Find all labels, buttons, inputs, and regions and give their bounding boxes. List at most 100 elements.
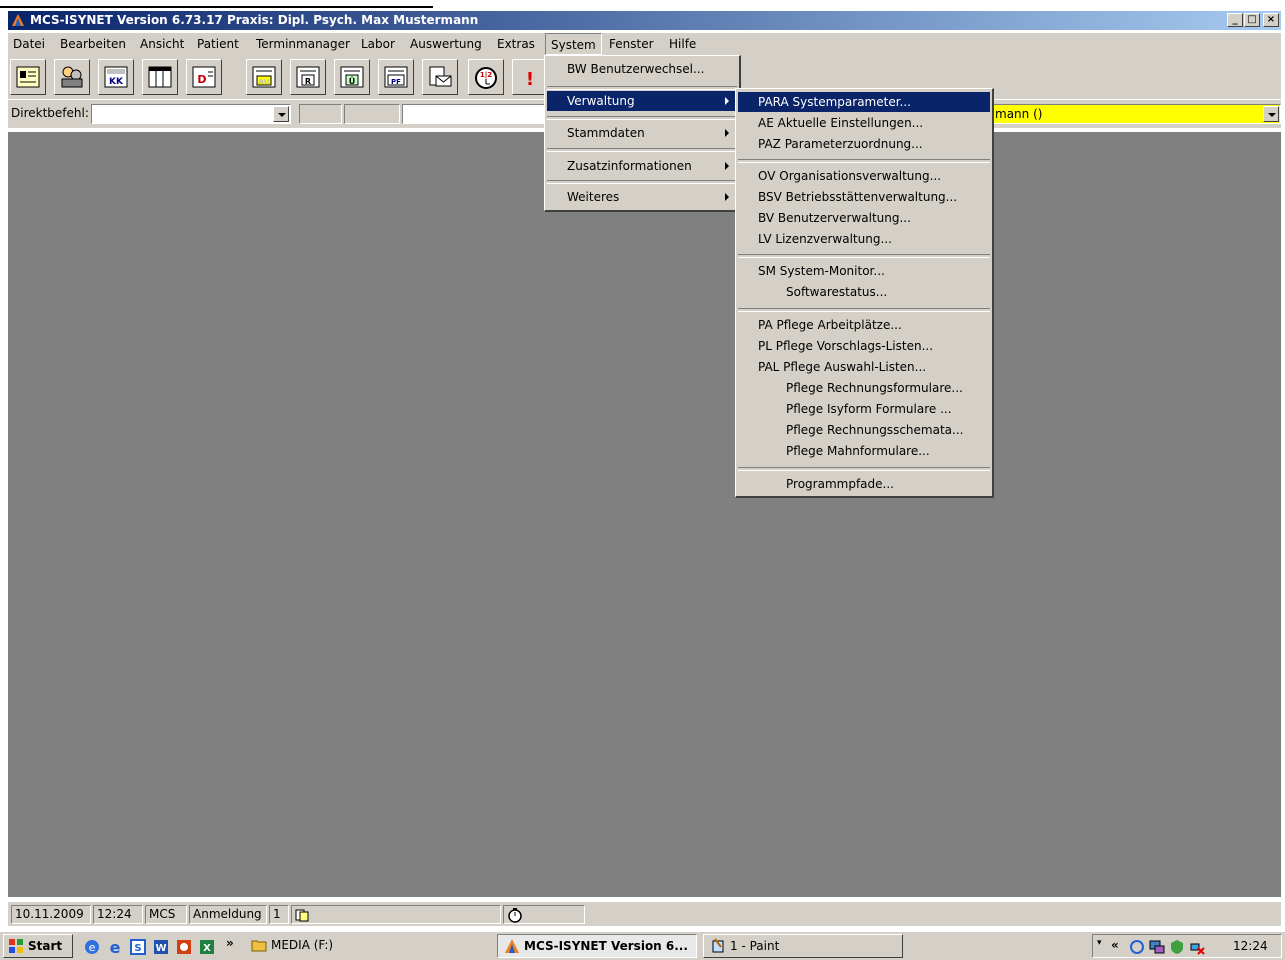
- quicklaunch-excel-icon[interactable]: X: [199, 939, 215, 958]
- quicklaunch-word-icon[interactable]: W: [153, 939, 169, 958]
- direktbefehl-label: Direktbefehl:: [11, 106, 89, 120]
- field-3[interactable]: [402, 104, 552, 124]
- menu-item-pflege-vorschlags-listen[interactable]: PL Pflege Vorschlags-Listen...: [738, 336, 990, 356]
- quicklaunch-ie-icon[interactable]: e: [107, 938, 123, 958]
- tray-network-icon[interactable]: [1129, 939, 1145, 958]
- tray-updown-icon[interactable]: ▾: [1097, 938, 1102, 948]
- menu-item-softwarestatus[interactable]: Softwarestatus...: [738, 282, 990, 302]
- menu-ansicht[interactable]: Ansicht: [135, 33, 189, 55]
- menu-separator: [738, 467, 990, 471]
- menu-item-pflege-arbeitplaetze[interactable]: PA Pflege Arbeitplätze...: [738, 315, 990, 335]
- menu-item-betriebsstaettenverwaltung[interactable]: BSV Betriebsstättenverwaltung...: [738, 187, 990, 207]
- toolbar-au-button[interactable]: AU: [246, 59, 282, 95]
- app-logo-icon: [505, 939, 519, 953]
- menu-terminmanager[interactable]: Terminmanager: [251, 33, 355, 55]
- menu-item-benutzerwechsel[interactable]: BW Benutzerwechsel...: [547, 59, 737, 79]
- menu-item-parameterzuordnung[interactable]: PAZ Parameterzuordnung...: [738, 134, 990, 154]
- menu-datei[interactable]: Datei: [8, 33, 50, 55]
- menu-extras[interactable]: Extras: [492, 33, 540, 55]
- status-clipboard-cell: [291, 905, 501, 924]
- prescription-icon: R: [296, 66, 320, 88]
- menu-separator: [547, 86, 737, 90]
- tray-monitor-icon[interactable]: [1149, 939, 1165, 958]
- menu-item-pflege-rechnungsschemata[interactable]: Pflege Rechnungsschemata...: [738, 420, 990, 440]
- menu-bar: Datei Bearbeiten Ansicht Patient Terminm…: [8, 33, 1281, 55]
- menu-item-aktuelle-einstellungen[interactable]: AE Aktuelle Einstellungen...: [738, 113, 990, 133]
- menu-item-organisationsverwaltung[interactable]: OV Organisationsverwaltung...: [738, 166, 990, 186]
- menu-item-weiteres[interactable]: Weiteres: [547, 187, 737, 207]
- svg-text:1|2: 1|2: [480, 71, 492, 80]
- menu-labor[interactable]: Labor: [356, 33, 400, 55]
- direktbefehl-dropdown-button[interactable]: [273, 106, 289, 122]
- quicklaunch-more-button[interactable]: »: [226, 936, 234, 950]
- tray-clock[interactable]: 12:24: [1233, 939, 1268, 953]
- patient-combobox[interactable]: mann (): [983, 104, 1281, 124]
- menu-separator: [547, 116, 737, 120]
- minimize-button[interactable]: _: [1227, 13, 1243, 27]
- direktbefehl-combobox[interactable]: [91, 104, 291, 124]
- menu-auswertung[interactable]: Auswertung: [405, 33, 487, 55]
- toolbar-mail-button[interactable]: [422, 59, 458, 95]
- submenu-arrow-icon: [725, 97, 729, 105]
- svg-text:D: D: [197, 73, 206, 86]
- toolbar-columns-button[interactable]: [142, 59, 178, 95]
- menu-item-system-monitor[interactable]: SM System-Monitor...: [738, 261, 990, 281]
- toolbar-r-button[interactable]: R: [290, 59, 326, 95]
- svg-text:X: X: [203, 943, 211, 954]
- tray-shield-icon[interactable]: [1169, 939, 1185, 958]
- toolbar-kk-button[interactable]: KK: [98, 59, 134, 95]
- timer-icon: 1|2: [475, 67, 497, 89]
- menu-system[interactable]: System: [545, 33, 602, 55]
- taskbar: Start e e S W X » MEDIA (F:) MCS-ISYNET …: [0, 931, 1285, 960]
- menu-item-verwaltung[interactable]: Verwaltung: [547, 91, 737, 111]
- toolbar-timer-button[interactable]: 1|2: [468, 59, 504, 95]
- quicklaunch-powerpoint-icon[interactable]: [176, 939, 192, 958]
- quicklaunch-ie-alt-icon[interactable]: e: [84, 939, 100, 958]
- menu-item-zusatzinformationen[interactable]: Zusatzinformationen: [547, 156, 737, 176]
- menu-item-systemparameter[interactable]: PARA Systemparameter...: [738, 92, 990, 112]
- menu-item-stammdaten[interactable]: Stammdaten: [547, 123, 737, 143]
- toolbar-pf-button[interactable]: PF: [378, 59, 414, 95]
- toolbar-u-button[interactable]: Ü: [334, 59, 370, 95]
- toolbar-card-button[interactable]: [10, 59, 46, 95]
- maximize-button[interactable]: □: [1244, 13, 1260, 27]
- menu-item-pflege-mahnformulare[interactable]: Pflege Mahnformulare...: [738, 441, 990, 461]
- menu-bearbeiten[interactable]: Bearbeiten: [55, 33, 131, 55]
- menu-item-lizenzverwaltung[interactable]: LV Lizenzverwaltung...: [738, 229, 990, 249]
- svg-text:S: S: [134, 943, 141, 954]
- menu-hilfe[interactable]: Hilfe: [664, 33, 701, 55]
- menu-patient[interactable]: Patient: [192, 33, 244, 55]
- taskbar-media-button[interactable]: MEDIA (F:): [245, 934, 490, 958]
- menu-item-pflege-rechnungsformulare[interactable]: Pflege Rechnungsformulare...: [738, 378, 990, 398]
- taskbar-mcs-button[interactable]: MCS-ISYNET Version 6...: [497, 934, 697, 958]
- card-icon: [16, 66, 40, 88]
- menu-item-benutzerverwaltung[interactable]: BV Benutzerverwaltung...: [738, 208, 990, 228]
- document-icon: D: [192, 66, 216, 88]
- tray-expand-button[interactable]: «: [1111, 938, 1119, 952]
- chevron-down-icon: [1268, 113, 1276, 117]
- svg-text:W: W: [155, 943, 166, 954]
- menu-item-pflege-isyform-formulare[interactable]: Pflege Isyform Formulare ...: [738, 399, 990, 419]
- menu-item-pflege-auswahl-listen[interactable]: PAL Pflege Auswahl-Listen...: [738, 357, 990, 377]
- menu-fenster[interactable]: Fenster: [604, 33, 659, 55]
- status-mode: Anmeldung: [189, 905, 267, 924]
- toolbar-patient-button[interactable]: [54, 59, 90, 95]
- field-2[interactable]: [344, 104, 400, 124]
- title-bar[interactable]: MCS-ISYNET Version 6.73.17 Praxis: Dipl.…: [8, 11, 1281, 30]
- field-1[interactable]: [299, 104, 342, 124]
- status-count: 1: [269, 905, 289, 924]
- svg-text:KK: KK: [109, 77, 124, 87]
- toolbar-document-button[interactable]: D: [186, 59, 222, 95]
- patient-dropdown-button[interactable]: [1263, 106, 1279, 122]
- menu-separator: [547, 148, 737, 152]
- mail-icon: [429, 66, 452, 87]
- paint-icon: [712, 938, 724, 953]
- start-button[interactable]: Start: [3, 934, 73, 958]
- mdi-workspace: [8, 132, 1281, 897]
- tray-connection-icon[interactable]: [1189, 939, 1205, 958]
- quicklaunch-app-icon[interactable]: S: [130, 939, 146, 958]
- toolbar-alert-button[interactable]: !: [512, 59, 546, 95]
- taskbar-paint-button[interactable]: 1 - Paint: [703, 934, 903, 958]
- menu-item-programmpfade[interactable]: Programmpfade...: [738, 474, 990, 494]
- close-button[interactable]: ×: [1263, 13, 1279, 27]
